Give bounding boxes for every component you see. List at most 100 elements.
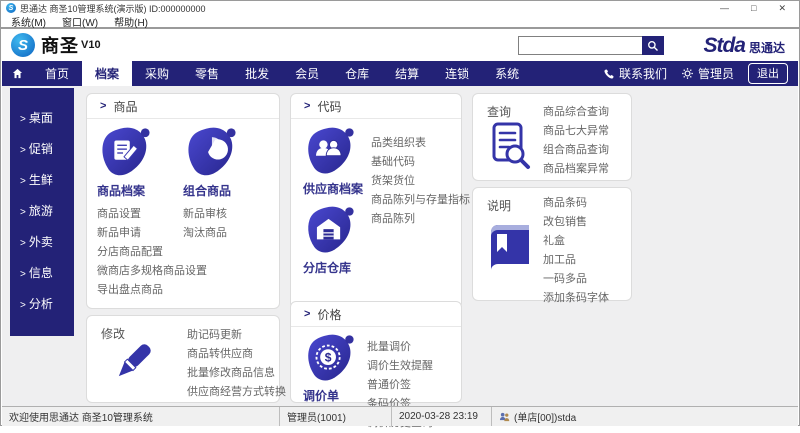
card-link[interactable]: 组合商品查询: [543, 141, 609, 160]
card-code-title: 代码: [317, 98, 341, 115]
modify-pencil-icon[interactable]: [105, 334, 161, 390]
card-link[interactable]: 商品条码: [543, 194, 609, 213]
supplier-archive-entry[interactable]: 供应商档案: [303, 126, 363, 197]
price-adjust-icon: $: [303, 333, 355, 385]
card-link[interactable]: 调价生效提醒: [367, 357, 433, 376]
sidebar-item-desktop[interactable]: >桌面: [10, 102, 74, 133]
search-button[interactable]: [642, 36, 664, 55]
combo-goods-entry[interactable]: 组合商品: [183, 126, 269, 199]
nav-tab-retail[interactable]: 零售: [182, 61, 232, 86]
window-title: 思通达 商圣10管理系统(演示版) ID:000000000: [20, 2, 206, 15]
sidebar-item-analysis[interactable]: >分析: [10, 288, 74, 319]
card-link[interactable]: 商品设置: [97, 205, 183, 224]
nav-tab-home[interactable]: 首页: [32, 61, 82, 86]
nav-tab-chain[interactable]: 连锁: [432, 61, 482, 86]
nav-tab-member[interactable]: 会员: [282, 61, 332, 86]
home-icon[interactable]: [2, 61, 32, 86]
card-link[interactable]: 普通价签: [367, 376, 433, 395]
card-link[interactable]: 商品综合查询: [543, 103, 609, 122]
status-store: (单店[00])stda: [492, 407, 798, 426]
card-link[interactable]: 商品七大异常: [543, 122, 609, 141]
sidebar-item-info[interactable]: >信息: [10, 257, 74, 288]
app-window: S 思通达 商圣10管理系统(演示版) ID:000000000 — □ ✕ 系…: [0, 0, 800, 426]
branch-warehouse-icon: [303, 205, 363, 257]
sidebar-item-fresh[interactable]: >生鲜: [10, 164, 74, 195]
branch-warehouse-label: 分店仓库: [303, 259, 363, 276]
company-logo-cn: 思通达: [749, 39, 785, 56]
card-query-title: 查询: [487, 103, 511, 120]
product-version: V10: [81, 39, 101, 51]
card-link[interactable]: 新品审核: [183, 205, 269, 224]
main-nav: 首页 档案 采购 零售 批发 会员 仓库 结算 连锁 系统 联系我们 管理员 退…: [2, 61, 798, 86]
card-link[interactable]: 淘汰商品: [183, 224, 269, 243]
combo-goods-icon: [183, 126, 269, 180]
branch-warehouse-entry[interactable]: 分店仓库: [303, 205, 363, 276]
store-users-icon: [499, 412, 510, 422]
card-price-header: > 价格: [291, 302, 461, 327]
search-input[interactable]: [518, 36, 642, 55]
brand-logo-icon: S: [11, 33, 35, 57]
admin-menu[interactable]: 管理员: [681, 65, 734, 82]
query-links: 商品综合查询商品七大异常组合商品查询商品档案异常: [543, 103, 609, 179]
goods-archive-entry[interactable]: 商品档案: [97, 126, 183, 199]
close-button[interactable]: ✕: [778, 3, 786, 14]
card-modify: 修改 助记码更新商品转供应商批量修改商品信息供应商经营方式转换: [86, 315, 280, 403]
contact-us-link[interactable]: 联系我们: [603, 65, 667, 82]
menu-system[interactable]: 系统(M): [11, 14, 46, 29]
nav-tab-warehouse[interactable]: 仓库: [332, 61, 382, 86]
status-bar: 欢迎使用思通达 商圣10管理系统 管理员(1001) 2020-03-28 23…: [2, 406, 798, 426]
card-link[interactable]: 商品陈列与存量指标: [371, 191, 470, 210]
nav-tab-purchase[interactable]: 采购: [132, 61, 182, 86]
phone-icon: [603, 68, 615, 80]
sidebar-item-promotion[interactable]: >促销: [10, 133, 74, 164]
card-link[interactable]: 分店商品配置: [97, 243, 183, 262]
app-header: S 商圣 V10 Stda 思通达: [1, 29, 799, 61]
company-logo: Stda 思通达: [703, 34, 785, 58]
sidebar-item-takeout[interactable]: >外卖: [10, 226, 74, 257]
card-link[interactable]: 货架货位: [371, 172, 470, 191]
svg-text:$: $: [325, 350, 332, 364]
status-welcome: 欢迎使用思通达 商圣10管理系统: [2, 407, 280, 426]
nav-tab-archives[interactable]: 档案: [82, 61, 132, 86]
card-link[interactable]: 助记码更新: [187, 326, 286, 345]
card-price-title: 价格: [317, 306, 341, 323]
nav-tab-system[interactable]: 系统: [482, 61, 532, 86]
desc-links: 商品条码改包销售礼盒加工品一码多品添加条码字体: [543, 194, 609, 308]
card-link[interactable]: 礼盒: [543, 232, 609, 251]
nav-tab-settlement[interactable]: 结算: [382, 61, 432, 86]
card-link[interactable]: 基础代码: [371, 153, 470, 172]
maximize-button[interactable]: □: [751, 3, 756, 14]
card-link[interactable]: 加工品: [543, 251, 609, 270]
card-link[interactable]: 添加条码字体: [543, 289, 609, 308]
nav-tab-wholesale[interactable]: 批发: [232, 61, 282, 86]
menu-help[interactable]: 帮助(H): [114, 14, 148, 29]
card-link[interactable]: 品类组织表: [371, 134, 470, 153]
card-link[interactable]: 批量修改商品信息: [187, 364, 286, 383]
logout-button[interactable]: 退出: [748, 63, 788, 84]
search-icon: [647, 40, 659, 52]
card-link[interactable]: 商品转供应商: [187, 345, 286, 364]
goods-links-col2: 新品审核淘汰商品: [183, 205, 269, 243]
card-link[interactable]: 批量调价: [367, 338, 433, 357]
desc-book-icon[interactable]: [485, 220, 535, 276]
menu-window[interactable]: 窗口(W): [62, 14, 98, 29]
app-icon: S: [6, 3, 16, 13]
card-link[interactable]: 供应商经营方式转换: [187, 383, 286, 402]
card-link[interactable]: 商品陈列: [371, 210, 470, 229]
minimize-button[interactable]: —: [720, 3, 729, 14]
card-link[interactable]: 新品申请: [97, 224, 183, 243]
sidebar-item-travel[interactable]: >旅游: [10, 195, 74, 226]
modify-links: 助记码更新商品转供应商批量修改商品信息供应商经营方式转换: [187, 326, 286, 402]
card-link[interactable]: 微商店多规格商品设置: [97, 262, 183, 281]
card-link[interactable]: 商品档案异常: [543, 160, 609, 179]
sidebar: >桌面 >促销 >生鲜 >旅游 >外卖 >信息 >分析: [10, 88, 74, 336]
card-link[interactable]: 导出盘点商品: [97, 281, 183, 300]
gear-icon: [681, 67, 694, 80]
card-query: 查询 商品综合查询商品七大异常组合商品查询商品档案异常: [472, 93, 632, 181]
price-adjust-label: 调价单: [303, 387, 355, 404]
query-doc-magnifier-icon[interactable]: [485, 120, 533, 172]
menu-bar: 系统(M) 窗口(W) 帮助(H): [1, 15, 799, 29]
card-link[interactable]: 一码多品: [543, 270, 609, 289]
card-goods: > 商品: [86, 93, 280, 309]
card-link[interactable]: 改包销售: [543, 213, 609, 232]
